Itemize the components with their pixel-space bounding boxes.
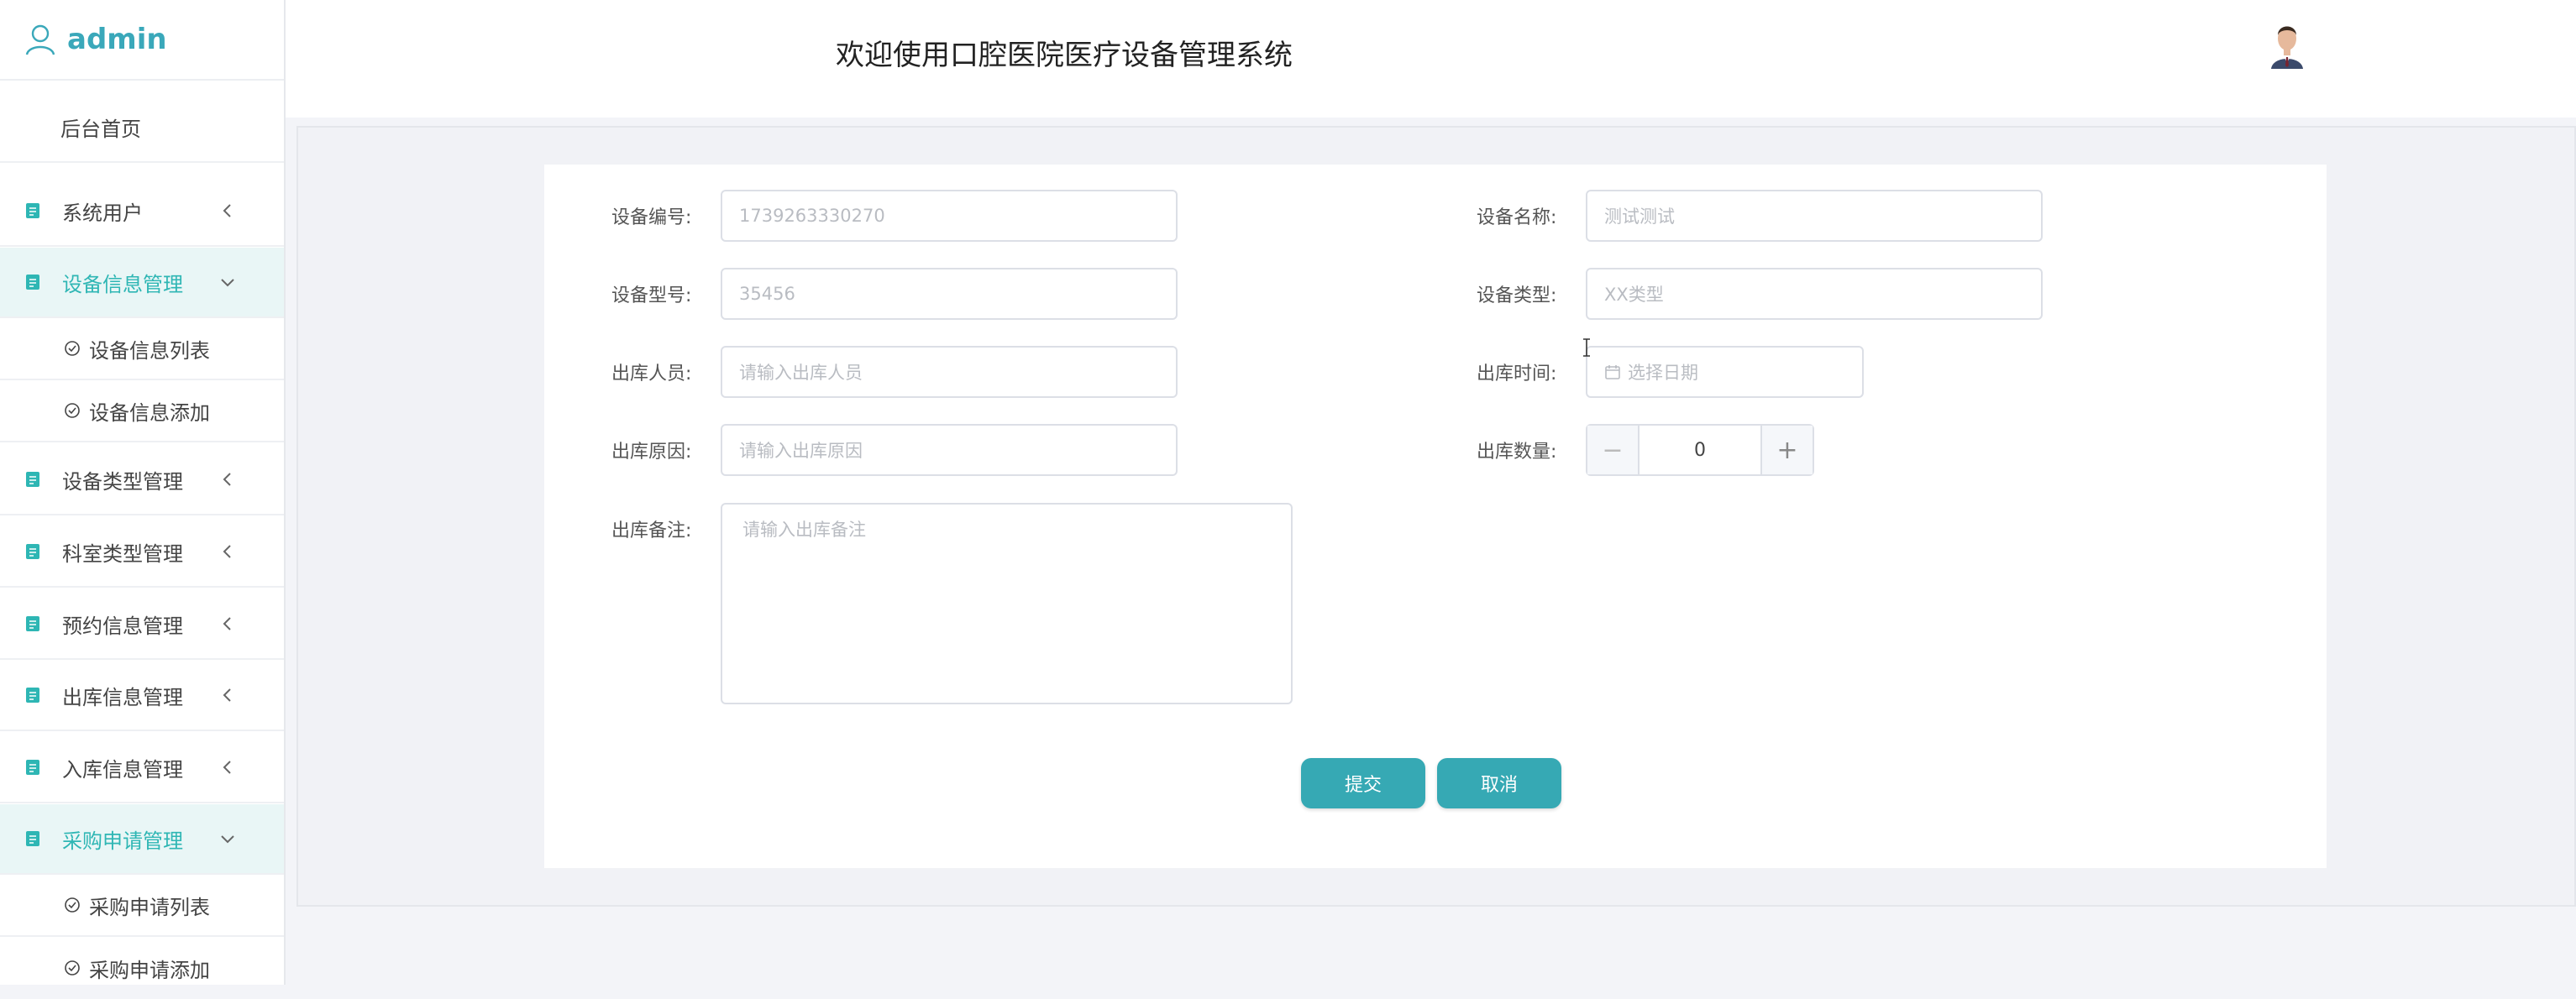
sidebar-item-label: 预约信息管理 (62, 614, 183, 638)
document-icon (26, 472, 39, 487)
page-title: 欢迎使用口腔医院医疗设备管理系统 (836, 39, 1293, 72)
sidebar-item-label: 科室类型管理 (62, 541, 183, 566)
out-qty-stepper: − 0 + (1586, 424, 1814, 476)
device-no-input[interactable]: 1739263330270 (721, 190, 1178, 242)
out-qty-label: 出库数量: (1477, 442, 1557, 463)
out-time-label: 出库时间: (1477, 364, 1557, 384)
out-time-placeholder: 选择日期 (1628, 363, 1698, 383)
chevron-left-icon (223, 617, 231, 630)
check-circle-icon (65, 341, 80, 356)
sidebar-subitem-label: 采购申请添加 (89, 958, 210, 982)
document-icon (26, 275, 39, 290)
sidebar-item-label: 设备类型管理 (62, 469, 183, 494)
sidebar: admin 后台首页 系统用户 设备信息管理 设备信息列表 设备信息添加 设备类… (0, 0, 286, 985)
document-icon (26, 831, 39, 846)
quantity-value[interactable]: 0 (1640, 426, 1760, 474)
sidebar-item-home[interactable]: 后台首页 (0, 92, 284, 163)
document-icon (26, 616, 39, 631)
device-type-label: 设备类型: (1477, 285, 1557, 306)
out-note-textarea[interactable]: 请输入出库备注 (721, 503, 1293, 704)
device-model-label: 设备型号: (611, 285, 692, 306)
chevron-left-icon (223, 545, 231, 558)
sidebar-item-inbound[interactable]: 入库信息管理 (0, 733, 284, 803)
chevron-down-icon (221, 835, 234, 844)
chevron-left-icon (223, 688, 231, 702)
sidebar-item-device-info[interactable]: 设备信息管理 (0, 248, 284, 318)
check-circle-icon (65, 960, 80, 975)
sidebar-subitem-label: 设备信息列表 (89, 338, 210, 363)
out-note-label: 出库备注: (611, 520, 692, 541)
user-icon (25, 24, 55, 55)
sidebar-item-label: 后台首页 (60, 117, 141, 141)
sidebar-subitem-purchase-list[interactable]: 采购申请列表 (0, 875, 284, 937)
cancel-button[interactable]: 取消 (1437, 758, 1561, 808)
sidebar-subitem-label: 设备信息添加 (89, 400, 210, 425)
calendar-icon (1605, 365, 1620, 379)
check-circle-icon (65, 897, 80, 913)
sidebar-subitem-device-list[interactable]: 设备信息列表 (0, 318, 284, 380)
increment-button[interactable]: + (1760, 426, 1813, 474)
sidebar-subitem-label: 采购申请列表 (89, 895, 210, 919)
out-person-input[interactable]: 请输入出库人员 (721, 346, 1178, 398)
avatar[interactable] (2268, 17, 2306, 69)
sidebar-item-device-type[interactable]: 设备类型管理 (0, 445, 284, 515)
out-reason-label: 出库原因: (611, 442, 692, 463)
document-icon (26, 203, 39, 218)
decrement-button[interactable]: − (1587, 426, 1640, 474)
sidebar-subitem-purchase-add[interactable]: 采购申请添加 (0, 937, 284, 999)
sidebar-item-label: 采购申请管理 (62, 829, 183, 853)
top-header: 欢迎使用口腔医院医疗设备管理系统 (286, 0, 2576, 118)
sidebar-item-system-users[interactable]: 系统用户 (0, 176, 284, 247)
sidebar-item-outbound[interactable]: 出库信息管理 (0, 661, 284, 731)
device-type-input[interactable]: XX类型 (1586, 268, 2043, 320)
sidebar-item-label: 设备信息管理 (62, 272, 183, 296)
sidebar-subitem-device-add[interactable]: 设备信息添加 (0, 380, 284, 442)
document-icon (26, 760, 39, 775)
device-name-input[interactable]: 测试测试 (1586, 190, 2043, 242)
check-circle-icon (65, 403, 80, 418)
device-no-label: 设备编号: (611, 207, 692, 228)
sidebar-item-department-type[interactable]: 科室类型管理 (0, 517, 284, 588)
sidebar-item-label: 出库信息管理 (62, 685, 183, 709)
username: admin (67, 23, 167, 56)
chevron-left-icon (223, 473, 231, 486)
chevron-left-icon (223, 761, 231, 774)
document-icon (26, 688, 39, 703)
device-name-label: 设备名称: (1477, 207, 1557, 228)
chevron-left-icon (223, 204, 231, 217)
out-time-datepicker[interactable]: 选择日期 (1586, 346, 1864, 398)
out-person-label: 出库人员: (611, 364, 692, 384)
submit-button[interactable]: 提交 (1301, 758, 1425, 808)
sidebar-item-label: 系统用户 (62, 201, 143, 225)
sidebar-item-purchase[interactable]: 采购申请管理 (0, 804, 284, 875)
sidebar-item-label: 入库信息管理 (62, 757, 183, 782)
out-reason-input[interactable]: 请输入出库原因 (721, 424, 1178, 476)
sidebar-item-appointment[interactable]: 预约信息管理 (0, 589, 284, 660)
device-model-input[interactable]: 35456 (721, 268, 1178, 320)
text-cursor-icon (1583, 338, 1590, 357)
sidebar-user-header: admin (0, 0, 284, 81)
document-icon (26, 544, 39, 559)
chevron-down-icon (221, 279, 234, 287)
